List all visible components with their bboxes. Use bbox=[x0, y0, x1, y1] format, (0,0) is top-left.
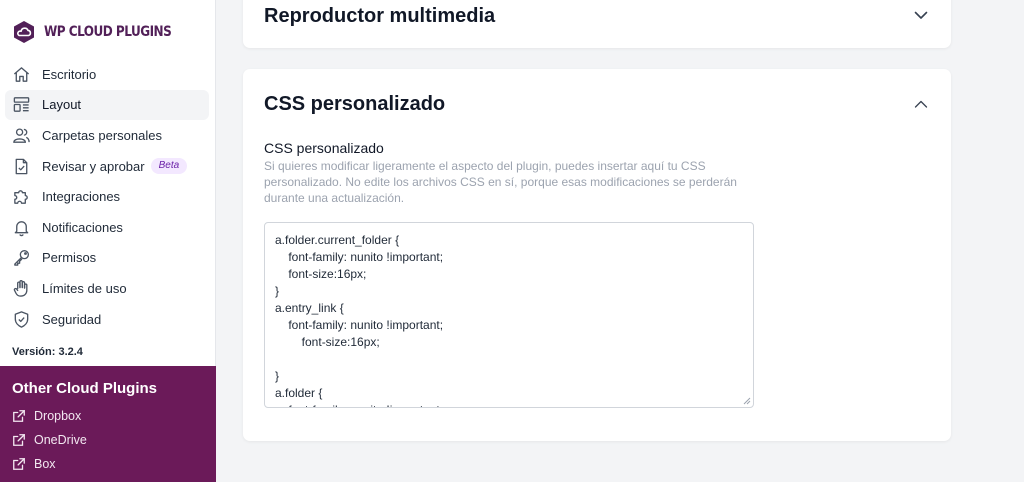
resize-handle-icon[interactable] bbox=[743, 397, 751, 405]
custom-css-panel: CSS personalizado CSS personalizado Si q… bbox=[243, 69, 951, 441]
sidebar-item-permisos[interactable]: Permisos bbox=[5, 243, 209, 274]
external-link-icon bbox=[13, 410, 25, 422]
sidebar-item-label: Revisar y aprobar bbox=[42, 158, 145, 174]
sidebar-item-label: Permisos bbox=[42, 250, 97, 266]
puzzle-icon bbox=[12, 187, 31, 206]
other-plugins-title: Other Cloud Plugins bbox=[12, 380, 157, 397]
cloud-logo-icon bbox=[14, 21, 34, 43]
sidebar-item-label: Límites de uso bbox=[42, 280, 127, 296]
media-player-panel[interactable]: Reproductor multimedia bbox=[243, 0, 951, 48]
dropbox-link-label: Dropbox bbox=[34, 409, 82, 423]
box-link[interactable]: Box bbox=[12, 457, 56, 471]
custom-css-field-label: CSS personalizado bbox=[264, 140, 384, 156]
layout-icon bbox=[12, 95, 31, 114]
sidebar-item-label: Carpetas personales bbox=[42, 127, 162, 143]
box-link-label: Box bbox=[34, 457, 56, 471]
sidebar-item-layout[interactable]: Layout bbox=[5, 89, 209, 121]
sidebar-item-label: Seguridad bbox=[42, 311, 102, 327]
chevron-down-icon[interactable] bbox=[913, 7, 929, 23]
key-icon bbox=[12, 248, 31, 267]
users-icon bbox=[12, 126, 31, 145]
sidebar-item-escritorio[interactable]: Escritorio bbox=[5, 59, 209, 90]
custom-css-textarea[interactable]: a.folder.current_folder { font-family: n… bbox=[264, 222, 754, 408]
custom-css-title: CSS personalizado bbox=[264, 93, 446, 115]
sidebar-item-integraciones[interactable]: Integraciones bbox=[5, 181, 209, 212]
home-icon bbox=[12, 65, 31, 84]
sidebar-item-label: Layout bbox=[42, 97, 82, 113]
shield-check-icon bbox=[12, 310, 31, 329]
sidebar-item-notificaciones[interactable]: Notificaciones bbox=[5, 212, 209, 243]
sidebar-nav: Escritorio Layout Carpetas personales Re… bbox=[5, 59, 209, 334]
media-player-title: Reproductor multimedia bbox=[264, 5, 496, 27]
chevron-up-icon[interactable] bbox=[913, 96, 929, 112]
sidebar-item-revisar-y-aprobar[interactable]: Revisar y aprobar Beta bbox=[5, 151, 209, 182]
hand-icon bbox=[12, 279, 31, 298]
sidebar-item-carpetas-personales[interactable]: Carpetas personales bbox=[5, 120, 209, 151]
custom-css-help-text: Si quieres modificar ligeramente el aspe… bbox=[264, 159, 737, 205]
sidebar-item-label: Notificaciones bbox=[42, 219, 123, 235]
onedrive-link[interactable]: OneDrive bbox=[12, 433, 87, 447]
sidebar-item-limites-de-uso[interactable]: Límites de uso bbox=[5, 273, 209, 304]
bell-icon bbox=[12, 218, 31, 237]
sidebar-item-label: Integraciones bbox=[42, 189, 121, 205]
other-plugins-box: Other Cloud Plugins Dropbox OneDrive Box bbox=[0, 366, 216, 482]
document-check-icon bbox=[12, 157, 31, 176]
dropbox-link[interactable]: Dropbox bbox=[12, 409, 81, 423]
brand-logo[interactable]: WP CLOUD PLUGINS bbox=[12, 18, 192, 46]
external-link-icon bbox=[13, 458, 25, 470]
external-link-icon bbox=[13, 434, 25, 446]
beta-badge: Beta bbox=[150, 158, 188, 175]
sidebar-item-seguridad[interactable]: Seguridad bbox=[5, 304, 209, 335]
version-label: Versión: 3.2.4 bbox=[12, 346, 83, 358]
onedrive-link-label: OneDrive bbox=[34, 433, 87, 447]
brand-name: WP CLOUD PLUGINS bbox=[44, 24, 172, 40]
sidebar-item-label: Escritorio bbox=[42, 66, 97, 82]
custom-css-code: a.folder.current_folder { font-family: n… bbox=[275, 233, 444, 407]
